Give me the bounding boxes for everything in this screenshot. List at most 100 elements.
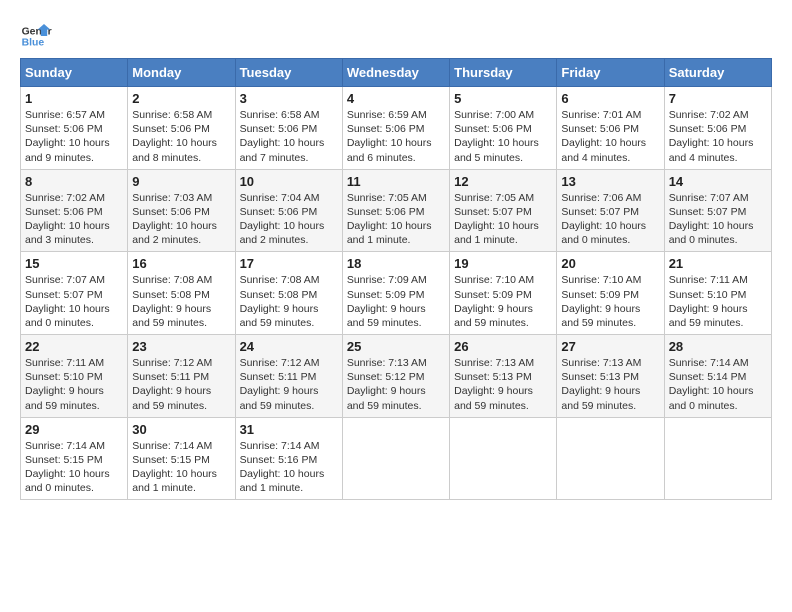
day-number: 15 xyxy=(25,256,123,271)
day-number: 27 xyxy=(561,339,659,354)
calendar-day-cell: 3 Sunrise: 6:58 AM Sunset: 5:06 PM Daylig… xyxy=(235,87,342,170)
day-info: Sunrise: 7:13 AM Sunset: 5:13 PM Dayligh… xyxy=(561,356,659,413)
day-number: 18 xyxy=(347,256,445,271)
calendar-header-row: SundayMondayTuesdayWednesdayThursdayFrid… xyxy=(21,59,772,87)
calendar-day-cell: 27 Sunrise: 7:13 AM Sunset: 5:13 PM Dayli… xyxy=(557,335,664,418)
day-number: 7 xyxy=(669,91,767,106)
day-info: Sunrise: 7:09 AM Sunset: 5:09 PM Dayligh… xyxy=(347,273,445,330)
day-number: 26 xyxy=(454,339,552,354)
calendar-day-cell: 30Sunrise: 7:14 AM Sunset: 5:15 PM Dayli… xyxy=(128,417,235,500)
calendar-day-cell: 20Sunrise: 7:10 AM Sunset: 5:09 PM Dayli… xyxy=(557,252,664,335)
day-number: 2 xyxy=(132,91,230,106)
calendar-day-cell: 1 Sunrise: 6:57 AM Sunset: 5:06 PM Daylig… xyxy=(21,87,128,170)
calendar-day-cell: 14Sunrise: 7:07 AM Sunset: 5:07 PM Dayli… xyxy=(664,169,771,252)
calendar-day-cell: 17 Sunrise: 7:08 AM Sunset: 5:08 PM Dayli… xyxy=(235,252,342,335)
day-number: 16 xyxy=(132,256,230,271)
day-number: 11 xyxy=(347,174,445,189)
calendar-day-cell: 8Sunrise: 7:02 AM Sunset: 5:06 PM Daylig… xyxy=(21,169,128,252)
day-info: Sunrise: 7:00 AM Sunset: 5:06 PM Dayligh… xyxy=(454,108,552,165)
logo-icon: General Blue xyxy=(20,20,52,52)
day-info: Sunrise: 7:10 AM Sunset: 5:09 PM Dayligh… xyxy=(454,273,552,330)
calendar-day-cell: 16 Sunrise: 7:08 AM Sunset: 5:08 PM Dayli… xyxy=(128,252,235,335)
calendar-week-row: 22Sunrise: 7:11 AM Sunset: 5:10 PM Dayli… xyxy=(21,335,772,418)
day-info: Sunrise: 7:14 AM Sunset: 5:16 PM Dayligh… xyxy=(240,439,338,496)
day-number: 14 xyxy=(669,174,767,189)
day-header-sunday: Sunday xyxy=(21,59,128,87)
calendar-day-cell: 23Sunrise: 7:12 AM Sunset: 5:11 PM Dayli… xyxy=(128,335,235,418)
day-number: 29 xyxy=(25,422,123,437)
calendar-day-cell: 18 Sunrise: 7:09 AM Sunset: 5:09 PM Dayli… xyxy=(342,252,449,335)
day-number: 28 xyxy=(669,339,767,354)
calendar-table: SundayMondayTuesdayWednesdayThursdayFrid… xyxy=(20,58,772,500)
day-number: 1 xyxy=(25,91,123,106)
calendar-day-cell: 26 Sunrise: 7:13 AM Sunset: 5:13 PM Dayli… xyxy=(450,335,557,418)
day-info: Sunrise: 7:04 AM Sunset: 5:06 PM Dayligh… xyxy=(240,191,338,248)
calendar-day-cell: 31Sunrise: 7:14 AM Sunset: 5:16 PM Dayli… xyxy=(235,417,342,500)
calendar-day-cell: 12 Sunrise: 7:05 AM Sunset: 5:07 PM Dayli… xyxy=(450,169,557,252)
day-header-tuesday: Tuesday xyxy=(235,59,342,87)
day-info: Sunrise: 7:01 AM Sunset: 5:06 PM Dayligh… xyxy=(561,108,659,165)
calendar-day-cell: 24 Sunrise: 7:12 AM Sunset: 5:11 PM Dayli… xyxy=(235,335,342,418)
day-info: Sunrise: 7:14 AM Sunset: 5:15 PM Dayligh… xyxy=(25,439,123,496)
day-info: Sunrise: 7:08 AM Sunset: 5:08 PM Dayligh… xyxy=(132,273,230,330)
calendar-day-cell: 10 Sunrise: 7:04 AM Sunset: 5:06 PM Dayli… xyxy=(235,169,342,252)
calendar-day-cell: 6 Sunrise: 7:01 AM Sunset: 5:06 PM Daylig… xyxy=(557,87,664,170)
calendar-week-row: 1 Sunrise: 6:57 AM Sunset: 5:06 PM Daylig… xyxy=(21,87,772,170)
day-number: 4 xyxy=(347,91,445,106)
day-info: Sunrise: 7:12 AM Sunset: 5:11 PM Dayligh… xyxy=(240,356,338,413)
header: General Blue xyxy=(20,20,772,52)
day-number: 17 xyxy=(240,256,338,271)
day-info: Sunrise: 6:57 AM Sunset: 5:06 PM Dayligh… xyxy=(25,108,123,165)
calendar-day-cell: 11 Sunrise: 7:05 AM Sunset: 5:06 PM Dayli… xyxy=(342,169,449,252)
day-number: 25 xyxy=(347,339,445,354)
day-header-friday: Friday xyxy=(557,59,664,87)
calendar-week-row: 8Sunrise: 7:02 AM Sunset: 5:06 PM Daylig… xyxy=(21,169,772,252)
day-header-saturday: Saturday xyxy=(664,59,771,87)
calendar-body: 1 Sunrise: 6:57 AM Sunset: 5:06 PM Daylig… xyxy=(21,87,772,500)
day-info: Sunrise: 7:13 AM Sunset: 5:12 PM Dayligh… xyxy=(347,356,445,413)
day-info: Sunrise: 6:59 AM Sunset: 5:06 PM Dayligh… xyxy=(347,108,445,165)
calendar-day-cell: 25 Sunrise: 7:13 AM Sunset: 5:12 PM Dayli… xyxy=(342,335,449,418)
calendar-day-cell: 13 Sunrise: 7:06 AM Sunset: 5:07 PM Dayli… xyxy=(557,169,664,252)
empty-cell xyxy=(342,417,449,500)
day-number: 24 xyxy=(240,339,338,354)
empty-cell xyxy=(557,417,664,500)
calendar-day-cell: 15 Sunrise: 7:07 AM Sunset: 5:07 PM Dayli… xyxy=(21,252,128,335)
day-number: 23 xyxy=(132,339,230,354)
calendar-day-cell: 7 Sunrise: 7:02 AM Sunset: 5:06 PM Daylig… xyxy=(664,87,771,170)
day-header-monday: Monday xyxy=(128,59,235,87)
day-number: 20 xyxy=(561,256,659,271)
day-number: 10 xyxy=(240,174,338,189)
day-info: Sunrise: 7:02 AM Sunset: 5:06 PM Dayligh… xyxy=(669,108,767,165)
day-info: Sunrise: 7:05 AM Sunset: 5:06 PM Dayligh… xyxy=(347,191,445,248)
svg-text:Blue: Blue xyxy=(22,38,45,49)
day-header-thursday: Thursday xyxy=(450,59,557,87)
calendar-day-cell: 4 Sunrise: 6:59 AM Sunset: 5:06 PM Daylig… xyxy=(342,87,449,170)
day-info: Sunrise: 7:14 AM Sunset: 5:15 PM Dayligh… xyxy=(132,439,230,496)
day-number: 6 xyxy=(561,91,659,106)
day-info: Sunrise: 7:08 AM Sunset: 5:08 PM Dayligh… xyxy=(240,273,338,330)
calendar-day-cell: 22Sunrise: 7:11 AM Sunset: 5:10 PM Dayli… xyxy=(21,335,128,418)
day-info: Sunrise: 7:14 AM Sunset: 5:14 PM Dayligh… xyxy=(669,356,767,413)
day-number: 12 xyxy=(454,174,552,189)
day-info: Sunrise: 7:02 AM Sunset: 5:06 PM Dayligh… xyxy=(25,191,123,248)
day-info: Sunrise: 7:13 AM Sunset: 5:13 PM Dayligh… xyxy=(454,356,552,413)
day-info: Sunrise: 7:11 AM Sunset: 5:10 PM Dayligh… xyxy=(669,273,767,330)
day-header-wednesday: Wednesday xyxy=(342,59,449,87)
day-number: 3 xyxy=(240,91,338,106)
calendar-day-cell: 21 Sunrise: 7:11 AM Sunset: 5:10 PM Dayli… xyxy=(664,252,771,335)
empty-cell xyxy=(450,417,557,500)
day-number: 21 xyxy=(669,256,767,271)
calendar-week-row: 29 Sunrise: 7:14 AM Sunset: 5:15 PM Dayli… xyxy=(21,417,772,500)
day-number: 19 xyxy=(454,256,552,271)
day-info: Sunrise: 6:58 AM Sunset: 5:06 PM Dayligh… xyxy=(240,108,338,165)
day-info: Sunrise: 7:06 AM Sunset: 5:07 PM Dayligh… xyxy=(561,191,659,248)
day-number: 13 xyxy=(561,174,659,189)
calendar-day-cell: 9Sunrise: 7:03 AM Sunset: 5:06 PM Daylig… xyxy=(128,169,235,252)
day-info: Sunrise: 7:07 AM Sunset: 5:07 PM Dayligh… xyxy=(25,273,123,330)
calendar-day-cell: 19 Sunrise: 7:10 AM Sunset: 5:09 PM Dayli… xyxy=(450,252,557,335)
logo: General Blue xyxy=(20,20,56,52)
day-info: Sunrise: 7:05 AM Sunset: 5:07 PM Dayligh… xyxy=(454,191,552,248)
day-number: 22 xyxy=(25,339,123,354)
calendar-day-cell: 2Sunrise: 6:58 AM Sunset: 5:06 PM Daylig… xyxy=(128,87,235,170)
